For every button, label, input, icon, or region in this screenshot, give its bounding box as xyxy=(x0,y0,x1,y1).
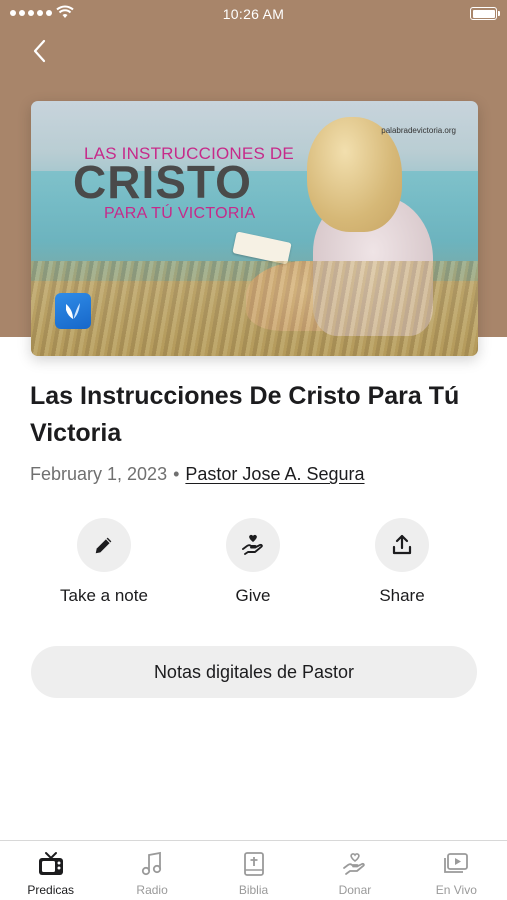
chevron-left-icon xyxy=(33,39,46,63)
tab-donar[interactable]: Donar xyxy=(304,841,405,900)
sermon-artwork: LAS INSTRUCCIONES DE CRISTO PARA TÚ VICT… xyxy=(31,101,478,356)
tab-predicas[interactable]: Predicas xyxy=(0,841,101,900)
tab-en-vivo[interactable]: En Vivo xyxy=(406,841,507,900)
tab-donar-label: Donar xyxy=(338,883,372,897)
church-logo-icon xyxy=(55,293,91,329)
tab-en-vivo-label: En Vivo xyxy=(435,883,477,897)
take-note-button[interactable]: Take a note xyxy=(29,518,179,606)
share-label: Share xyxy=(379,586,425,605)
artwork-website: palabradevictoria.org xyxy=(381,126,456,135)
tab-biblia[interactable]: Biblia xyxy=(203,841,304,900)
pastor-notes-label: Notas digitales de Pastor xyxy=(153,661,355,682)
share-icon xyxy=(392,534,412,555)
battery-icon xyxy=(470,7,500,20)
give-button[interactable]: Give xyxy=(178,518,328,606)
tv-icon xyxy=(37,850,65,878)
bible-icon xyxy=(240,850,268,878)
sermon-date: February 1, 2023 xyxy=(30,464,168,484)
sermon-meta: February 1, 2023 • Pastor Jose A. Segura xyxy=(30,464,365,485)
pencil-icon xyxy=(95,537,112,554)
author-link[interactable]: Pastor Jose A. Segura xyxy=(185,464,364,484)
tab-bar: Predicas Radio Biblia Donar En Vivo xyxy=(0,840,507,900)
artwork-title-line2: CRISTO xyxy=(73,156,252,208)
tab-radio-label: Radio xyxy=(136,883,168,897)
pastor-notes-button[interactable]: Notas digitales de Pastor xyxy=(31,646,477,698)
tab-biblia-label: Biblia xyxy=(238,883,269,897)
sermon-title: Las Instrucciones De Cristo Para Tú Vict… xyxy=(30,382,460,447)
hand-heart-icon xyxy=(341,850,369,878)
back-button[interactable] xyxy=(26,36,56,66)
tab-radio[interactable]: Radio xyxy=(101,841,202,900)
give-label: Give xyxy=(235,586,271,605)
share-button[interactable]: Share xyxy=(327,518,477,606)
status-time: 10:26 AM xyxy=(222,6,285,22)
video-library-icon xyxy=(442,850,470,878)
meta-separator: • xyxy=(173,464,180,484)
artwork-title-line3: PARA TÚ VICTORIA xyxy=(104,205,256,222)
hand-heart-icon xyxy=(242,534,263,555)
status-bar: 10:26 AM xyxy=(0,0,507,28)
music-note-icon xyxy=(138,850,166,878)
tab-predicas-label: Predicas xyxy=(27,883,75,897)
take-note-label: Take a note xyxy=(60,586,148,605)
